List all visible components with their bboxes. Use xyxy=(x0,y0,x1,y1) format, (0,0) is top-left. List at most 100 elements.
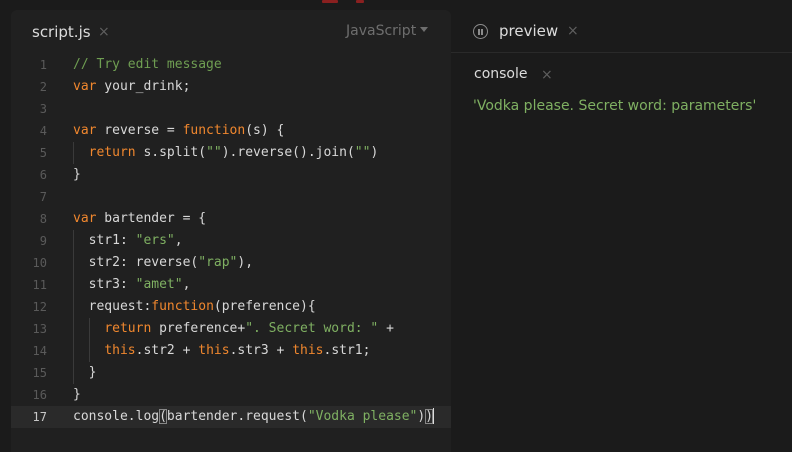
code-editor-pane: script.js × JavaScript 1 // Try edit mess… xyxy=(11,10,451,452)
code-line-text: str2: reverse("rap"), xyxy=(73,252,253,274)
code-token: , xyxy=(182,277,191,292)
code-token: str3: xyxy=(73,277,136,292)
code-line[interactable]: 15 } xyxy=(11,362,451,384)
code-line[interactable]: 8 var bartender = { xyxy=(11,208,451,230)
code-line[interactable]: 11 str3: "amet", xyxy=(11,274,451,296)
code-token: "Vodka please" xyxy=(307,409,418,424)
code-token: "amet" xyxy=(135,277,183,292)
code-token: "" xyxy=(354,145,371,160)
code-token: .str2 + xyxy=(135,343,199,358)
code-token: .str3 + xyxy=(229,343,293,358)
code-line-text: var bartender = { xyxy=(73,208,206,230)
preview-panel: preview × console × 'Vodka please. Secre… xyxy=(451,0,792,452)
code-token: var xyxy=(73,79,97,94)
tab-console[interactable]: console xyxy=(474,66,528,82)
tab-script-js[interactable]: script.js xyxy=(32,23,91,41)
code-line[interactable]: 7 xyxy=(11,186,451,208)
code-line-text: return preference+". Secret word: " + xyxy=(73,318,394,340)
code-line[interactable]: 12 request:function(preference){ xyxy=(11,296,451,318)
code-line[interactable]: 14 this.str2 + this.str3 + this.str1; xyxy=(11,340,451,362)
top-bar-mark xyxy=(356,0,364,3)
close-icon[interactable]: × xyxy=(567,23,579,39)
code-line[interactable]: 9 str1: "ers", xyxy=(11,230,451,252)
line-number: 5 xyxy=(39,146,47,160)
code-token: this xyxy=(292,343,324,358)
code-line[interactable]: 2 var your_drink; xyxy=(11,76,451,98)
line-number: 9 xyxy=(39,234,47,248)
code-token: reverse = xyxy=(96,123,183,138)
code-token: } xyxy=(73,167,81,182)
line-number: 14 xyxy=(32,344,47,358)
line-number: 6 xyxy=(39,168,47,182)
code-line-text: console.log(bartender.request("Vodka ple… xyxy=(73,406,435,428)
line-number: 17 xyxy=(32,410,47,424)
line-number: 7 xyxy=(39,190,47,204)
code-token: bartender.request( xyxy=(166,409,308,424)
code-line[interactable]: 4 var reverse = function(s) { xyxy=(11,120,451,142)
code-line[interactable]: 17 console.log(bartender.request("Vodka p… xyxy=(11,406,451,428)
code-line-text: } xyxy=(73,362,97,384)
code-token: } xyxy=(73,365,97,380)
code-token: + xyxy=(378,321,394,336)
code-token: "" xyxy=(206,145,222,160)
code-line-text: str3: "amet", xyxy=(73,274,191,296)
code-line-text: } xyxy=(73,164,81,186)
line-number: 4 xyxy=(39,124,47,138)
code-token: str1: xyxy=(73,233,136,248)
code-token: this xyxy=(104,343,136,358)
matched-bracket: ) xyxy=(425,409,434,424)
code-token: , xyxy=(174,233,183,248)
code-token: str2: reverse( xyxy=(73,255,199,270)
line-number: 2 xyxy=(39,80,47,94)
line-number: 8 xyxy=(39,212,47,226)
line-number: 16 xyxy=(32,388,47,402)
code-token: your_drink; xyxy=(96,79,191,94)
code-token: bartender = { xyxy=(96,211,207,226)
code-token: "ers" xyxy=(135,233,175,248)
language-select[interactable]: JavaScript xyxy=(346,23,429,39)
code-token: preference+ xyxy=(151,321,246,336)
code-token: (s) { xyxy=(245,123,285,138)
close-icon[interactable]: × xyxy=(98,24,110,40)
code-line[interactable]: 3 xyxy=(11,98,451,120)
code-line[interactable]: 6} xyxy=(11,164,451,186)
code-line-text: var reverse = function(s) { xyxy=(73,120,284,142)
line-number: 11 xyxy=(32,278,47,292)
line-number: 13 xyxy=(32,322,47,336)
code-token: ". Secret word: " xyxy=(245,321,379,336)
code-line-text: this.str2 + this.str3 + this.str1; xyxy=(73,340,370,362)
code-line[interactable]: 1 // Try edit message xyxy=(11,54,451,76)
code-line[interactable]: 10 str2: reverse("rap"), xyxy=(11,252,451,274)
code-token: function xyxy=(151,299,214,314)
code-token: ), xyxy=(237,255,254,270)
code-token: return xyxy=(88,145,136,160)
matched-bracket: ( xyxy=(159,409,167,424)
code-token: s.split( xyxy=(135,145,207,160)
text-cursor xyxy=(433,407,435,424)
code-line-text: return s.split("").reverse().join("") xyxy=(73,142,379,164)
code-line-text: // Try edit message xyxy=(73,54,222,76)
code-token: (preference){ xyxy=(213,299,316,314)
chevron-down-icon xyxy=(420,26,429,32)
close-icon[interactable]: × xyxy=(541,67,553,83)
code-line[interactable]: 13 return preference+". Secret word: " + xyxy=(11,318,451,340)
code-token: request: xyxy=(73,299,152,314)
code-line-text: } xyxy=(73,384,81,406)
divider xyxy=(451,52,792,53)
code-line[interactable]: 5 return s.split("").reverse().join("") xyxy=(11,142,451,164)
pause-circle-icon[interactable] xyxy=(473,24,488,39)
code-token: return xyxy=(104,321,152,336)
line-number: 12 xyxy=(32,300,47,314)
code-area[interactable]: 1 // Try edit message 2 var your_drink; 3 4 va… xyxy=(11,54,451,428)
code-token: var xyxy=(73,123,97,138)
code-token: var xyxy=(73,211,97,226)
code-line-text: var your_drink; xyxy=(73,76,190,98)
code-token: console.log xyxy=(73,409,160,424)
code-line-text: request:function(preference){ xyxy=(73,296,316,318)
line-number: 10 xyxy=(32,256,47,270)
code-token: ).reverse().join( xyxy=(221,145,355,160)
code-line[interactable]: 16} xyxy=(11,384,451,406)
